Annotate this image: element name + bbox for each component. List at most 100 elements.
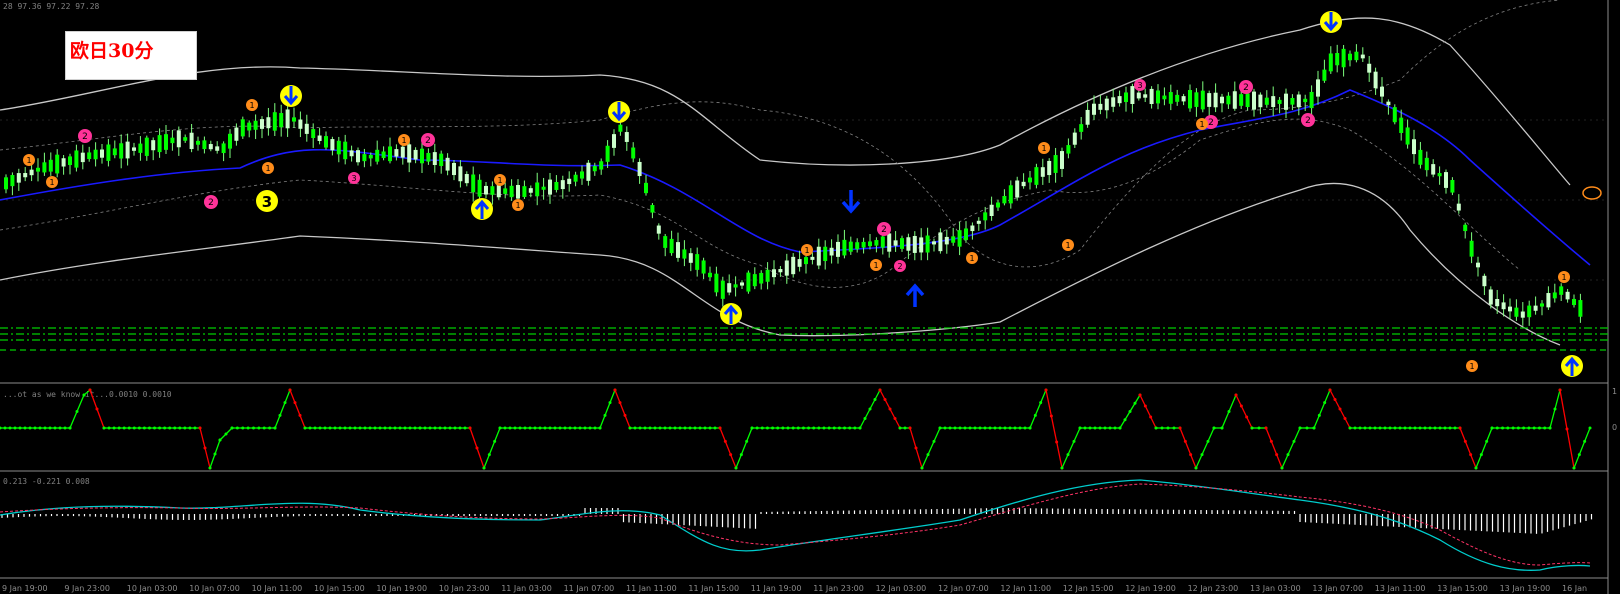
step-dot (1469, 453, 1473, 457)
arrow-circle-up-2 (720, 303, 742, 325)
step-dot (914, 446, 918, 450)
step-dot (558, 426, 562, 430)
candle-body (1188, 90, 1192, 109)
candle-body (1156, 90, 1160, 104)
step-dot (1583, 439, 1587, 443)
candle-body (1136, 92, 1141, 99)
candle-body (868, 241, 872, 247)
candle-body (880, 236, 885, 248)
candle-body (1194, 92, 1199, 107)
step-dot (878, 388, 882, 392)
candle-body (10, 175, 15, 187)
step-dot (224, 432, 228, 436)
step-dot (1565, 427, 1569, 431)
candle-body (490, 186, 495, 195)
step-dot (1378, 426, 1382, 430)
candle-body (1309, 91, 1314, 109)
step-dot (373, 426, 377, 430)
step-dot (183, 426, 187, 430)
step-dot (853, 426, 857, 430)
step-dot (568, 426, 572, 430)
step-dot (563, 426, 567, 430)
candle-body (234, 127, 239, 141)
wave-label: 1 (46, 176, 58, 188)
step-dot (593, 426, 597, 430)
step-dot (538, 426, 542, 430)
step-dot (678, 426, 682, 430)
step-dot (1443, 426, 1447, 430)
chart-canvas[interactable]: 28 97.36 97.22 97.28 1 2 1 1 2 3 1 2 1 2… (0, 0, 1620, 594)
candle-body (1444, 172, 1448, 188)
candle-body (1514, 307, 1519, 317)
step-dot (932, 439, 936, 443)
step-dot (1408, 426, 1412, 430)
step-dot (523, 426, 527, 430)
candle-body (752, 274, 757, 287)
step-dot (1113, 426, 1117, 430)
wave-label: 1 (246, 99, 258, 111)
step-dot (1516, 426, 1520, 430)
candle-body (61, 158, 66, 167)
candle-body (560, 180, 565, 190)
step-dot (1398, 426, 1402, 430)
candle-body (381, 151, 386, 159)
candle-body (1328, 53, 1333, 72)
step-dot (1239, 404, 1243, 408)
candle-body (1124, 92, 1128, 103)
candle-body (1412, 139, 1416, 155)
step-dot (338, 426, 342, 430)
candle-body (957, 230, 962, 247)
candle-body (1047, 160, 1052, 176)
candle-body (650, 205, 655, 213)
candle-body (202, 140, 207, 150)
step-dot (1133, 401, 1137, 405)
candle-body (1085, 109, 1090, 125)
candle-body (336, 140, 341, 155)
candle-body (1200, 90, 1205, 110)
wave-label: 2 (1239, 80, 1253, 94)
step-dot (163, 426, 167, 430)
candle-body (1277, 99, 1282, 104)
step-dot (1212, 426, 1216, 430)
candle-body (1399, 117, 1404, 133)
candle-body (343, 141, 348, 160)
step-dot (553, 426, 557, 430)
svg-text:2: 2 (82, 132, 88, 142)
svg-text:1: 1 (497, 176, 502, 185)
step-dot (1553, 407, 1557, 411)
time-axis-label: 11 Jan 15:00 (688, 584, 739, 593)
svg-text:1: 1 (401, 136, 406, 145)
step-dot (903, 426, 907, 430)
candle-body (458, 166, 463, 182)
step-dot (653, 426, 657, 430)
candle-body (900, 238, 904, 249)
step-dot (142, 426, 146, 430)
candle-body (1495, 298, 1500, 307)
candle-body (176, 130, 181, 148)
step-dot (168, 426, 172, 430)
step-dot (958, 426, 962, 430)
candle-body (663, 236, 668, 248)
step-dot (198, 426, 202, 430)
step-dot (765, 426, 769, 430)
candle-body (1290, 97, 1295, 105)
candle-body (1168, 92, 1173, 104)
time-axis-label: 13 Jan 03:00 (1250, 584, 1301, 593)
candle-body (484, 185, 488, 195)
step-dot (241, 426, 245, 430)
time-axis-label: 9 Jan 19:00 (2, 584, 48, 593)
candle-body (1072, 132, 1077, 145)
candle-body (708, 272, 712, 278)
step-dot (1194, 466, 1198, 470)
candle-body (1501, 302, 1506, 310)
arrow-circle-down-2 (608, 101, 630, 123)
candle-body (522, 186, 527, 197)
candle-body (260, 119, 264, 129)
step-dot (318, 426, 322, 430)
candle-body (330, 139, 335, 151)
candle-body (1431, 164, 1436, 175)
candle-body (989, 204, 994, 216)
candle-body (1508, 306, 1512, 312)
step-dot (786, 426, 790, 430)
candle-body (676, 242, 680, 258)
